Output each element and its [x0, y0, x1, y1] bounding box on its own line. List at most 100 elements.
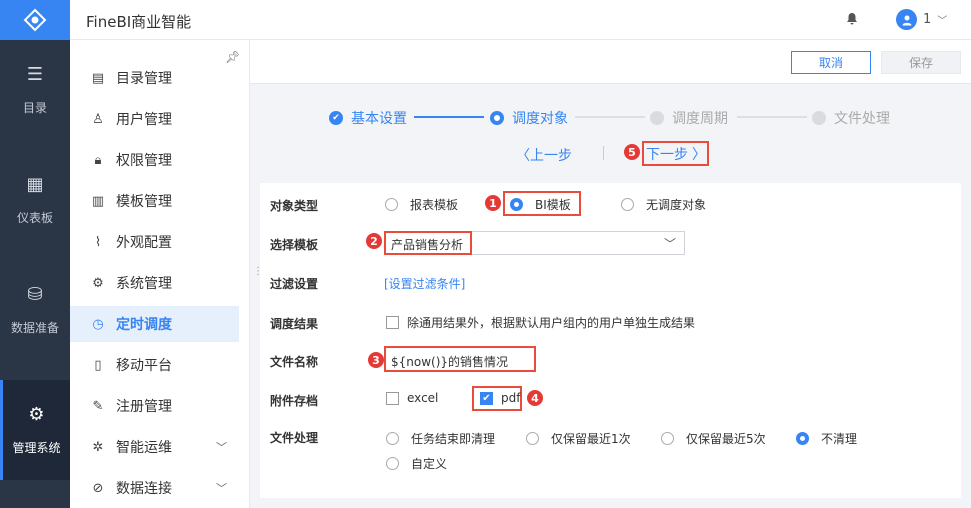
menu-item-label: 系统管理 [116, 276, 172, 292]
radio-label: 任务结束即清理 [411, 432, 496, 446]
menu-item-catalog[interactable]: ▤ 目录管理 [70, 60, 239, 96]
gear-icon: ⚙ [28, 404, 45, 425]
rail-item-data-prep[interactable]: ⛁ 数据准备 [0, 260, 70, 360]
radio-keep-last-5[interactable]: 仅保留最近5次 [661, 430, 766, 447]
mobile-icon: ▯ [94, 357, 102, 373]
top-bar: FineBI商业智能 1 ﹀ [70, 0, 971, 40]
prev-step-button[interactable]: 〈上一步 [516, 145, 572, 165]
ops-icon: ✲ [92, 439, 104, 455]
pending-step-icon [812, 111, 826, 125]
excel-checkbox[interactable]: excel [386, 391, 438, 405]
radio-label: 不清理 [821, 432, 858, 446]
template-select-value: 产品销售分析 [391, 238, 464, 252]
next-step-button[interactable]: 下一步〉 [642, 141, 709, 166]
radio-circle [526, 432, 539, 445]
rail-item-admin[interactable]: ⚙ 管理系统 [0, 380, 70, 480]
file-name-value: ${now()}的销售情况 [391, 355, 509, 369]
radio-label: 报表模板 [410, 198, 459, 212]
check-icon: ✔ [329, 111, 343, 125]
menu-item-mobile[interactable]: ▯ 移动平台 [70, 347, 239, 383]
menu-item-label: 智能运维 [116, 440, 172, 456]
object-type-label: 对象类型 [270, 199, 319, 213]
rail-item-label: 仪表板 [16, 211, 53, 225]
catalog-icon: ▤ [91, 70, 105, 86]
annotation-badge: 2 [366, 233, 382, 249]
radio-keep-last-1[interactable]: 仅保留最近1次 [526, 430, 631, 447]
chevron-left-icon: 〈 [516, 148, 530, 164]
step-label: 文件处理 [834, 111, 890, 127]
radio-circle [510, 198, 523, 211]
fine-logo-icon[interactable] [0, 0, 70, 40]
radio-circle [386, 432, 399, 445]
save-button[interactable]: 保存 [881, 51, 961, 74]
list-icon: ☰ [26, 64, 44, 85]
action-toolbar: 取消 保存 [250, 40, 971, 84]
rail-item-label: 数据准备 [10, 321, 59, 335]
check-icon: ✔ [480, 391, 493, 405]
radio-report-template[interactable]: 报表模板 [385, 196, 458, 213]
menu-item-ops[interactable]: ✲ 智能运维 ﹀ [70, 429, 239, 465]
filter-label: 过滤设置 [270, 277, 319, 291]
step-label: 调度对象 [512, 111, 568, 127]
brush-icon: ⌇ [94, 234, 102, 250]
menu-item-register[interactable]: ✎ 注册管理 [70, 388, 239, 424]
radio-label: 仅保留最近1次 [551, 432, 631, 446]
radio-bi-template[interactable]: BI模板 [510, 196, 571, 213]
radio-label: 仅保留最近5次 [686, 432, 766, 446]
lock-icon: 🔒︎ [94, 152, 102, 168]
menu-item-system[interactable]: ⚙ 系统管理 [70, 265, 239, 301]
template-label: 选择模板 [270, 238, 319, 252]
rail-item-label: 管理系统 [12, 441, 61, 455]
rail-item-catalog[interactable]: ☰ 目录 [0, 40, 70, 140]
radio-clean-after-task[interactable]: 任务结束即清理 [386, 430, 495, 447]
step-schedule-object[interactable]: 调度对象 [490, 108, 568, 128]
avatar [896, 9, 917, 30]
menu-item-appearance[interactable]: ⌇ 外观配置 [70, 224, 239, 260]
settings-icon: ⚙ [92, 275, 104, 291]
clock-icon: ◷ [92, 316, 104, 332]
file-handling-label: 文件处理 [270, 431, 319, 445]
radio-no-clean[interactable]: 不清理 [796, 430, 857, 447]
cancel-button[interactable]: 取消 [791, 51, 871, 74]
rail-item-dashboard[interactable]: ▦ 仪表板 [0, 150, 70, 250]
attachment-label: 附件存档 [270, 394, 319, 408]
radio-no-object[interactable]: 无调度对象 [621, 196, 706, 213]
radio-circle [796, 432, 809, 445]
step-schedule-period[interactable]: 调度周期 [650, 108, 728, 128]
annotation-badge: 3 [368, 352, 384, 368]
menu-item-label: 目录管理 [116, 71, 172, 87]
chevron-down-icon: ﹀ [663, 237, 676, 251]
step-file-handling[interactable]: 文件处理 [812, 108, 890, 128]
radio-label: 无调度对象 [646, 198, 707, 212]
step-basic-settings[interactable]: ✔ 基本设置 [329, 108, 407, 128]
checkbox-box [386, 391, 399, 405]
menu-item-label: 移动平台 [116, 358, 172, 374]
user-name: 1 [923, 12, 932, 27]
chevron-right-icon: 〉 [692, 146, 706, 163]
pending-step-icon [650, 111, 664, 125]
menu-item-schedule[interactable]: ◷ 定时调度 [70, 306, 239, 342]
set-filter-link[interactable]: [设置过滤条件] [384, 275, 465, 292]
step-label: 调度周期 [672, 111, 728, 127]
radio-circle [386, 457, 399, 470]
dashboard-icon: ▦ [26, 174, 44, 195]
rail-item-label: 目录 [22, 101, 47, 115]
menu-item-permissions[interactable]: 🔒︎ 权限管理 [70, 142, 239, 178]
pdf-checkbox[interactable]: ✔ pdf [480, 391, 520, 405]
file-name-label: 文件名称 [270, 355, 319, 369]
menu-item-data-connection[interactable]: ⊘ 数据连接 ﹀ [70, 470, 239, 506]
chevron-down-icon: ﹀ [216, 441, 227, 454]
radio-custom[interactable]: 自定义 [386, 455, 447, 472]
menu-item-templates[interactable]: ▥ 模板管理 [70, 183, 239, 219]
radio-circle [385, 198, 398, 211]
radio-circle [621, 198, 634, 211]
menu-item-users[interactable]: ♙ 用户管理 [70, 101, 239, 137]
annotation-badge: 5 [624, 144, 640, 160]
menu-item-label: 注册管理 [116, 399, 172, 415]
bell-icon[interactable] [846, 12, 858, 29]
annotation-badge: 1 [485, 195, 501, 211]
user-menu[interactable]: 1 ﹀ [896, 9, 947, 30]
app-title: FineBI商业智能 [86, 13, 192, 31]
radio-label: BI模板 [535, 198, 571, 212]
per-user-result-checkbox[interactable]: 除通用结果外，根据默认用户组内的用户单独生成结果 [386, 314, 695, 331]
